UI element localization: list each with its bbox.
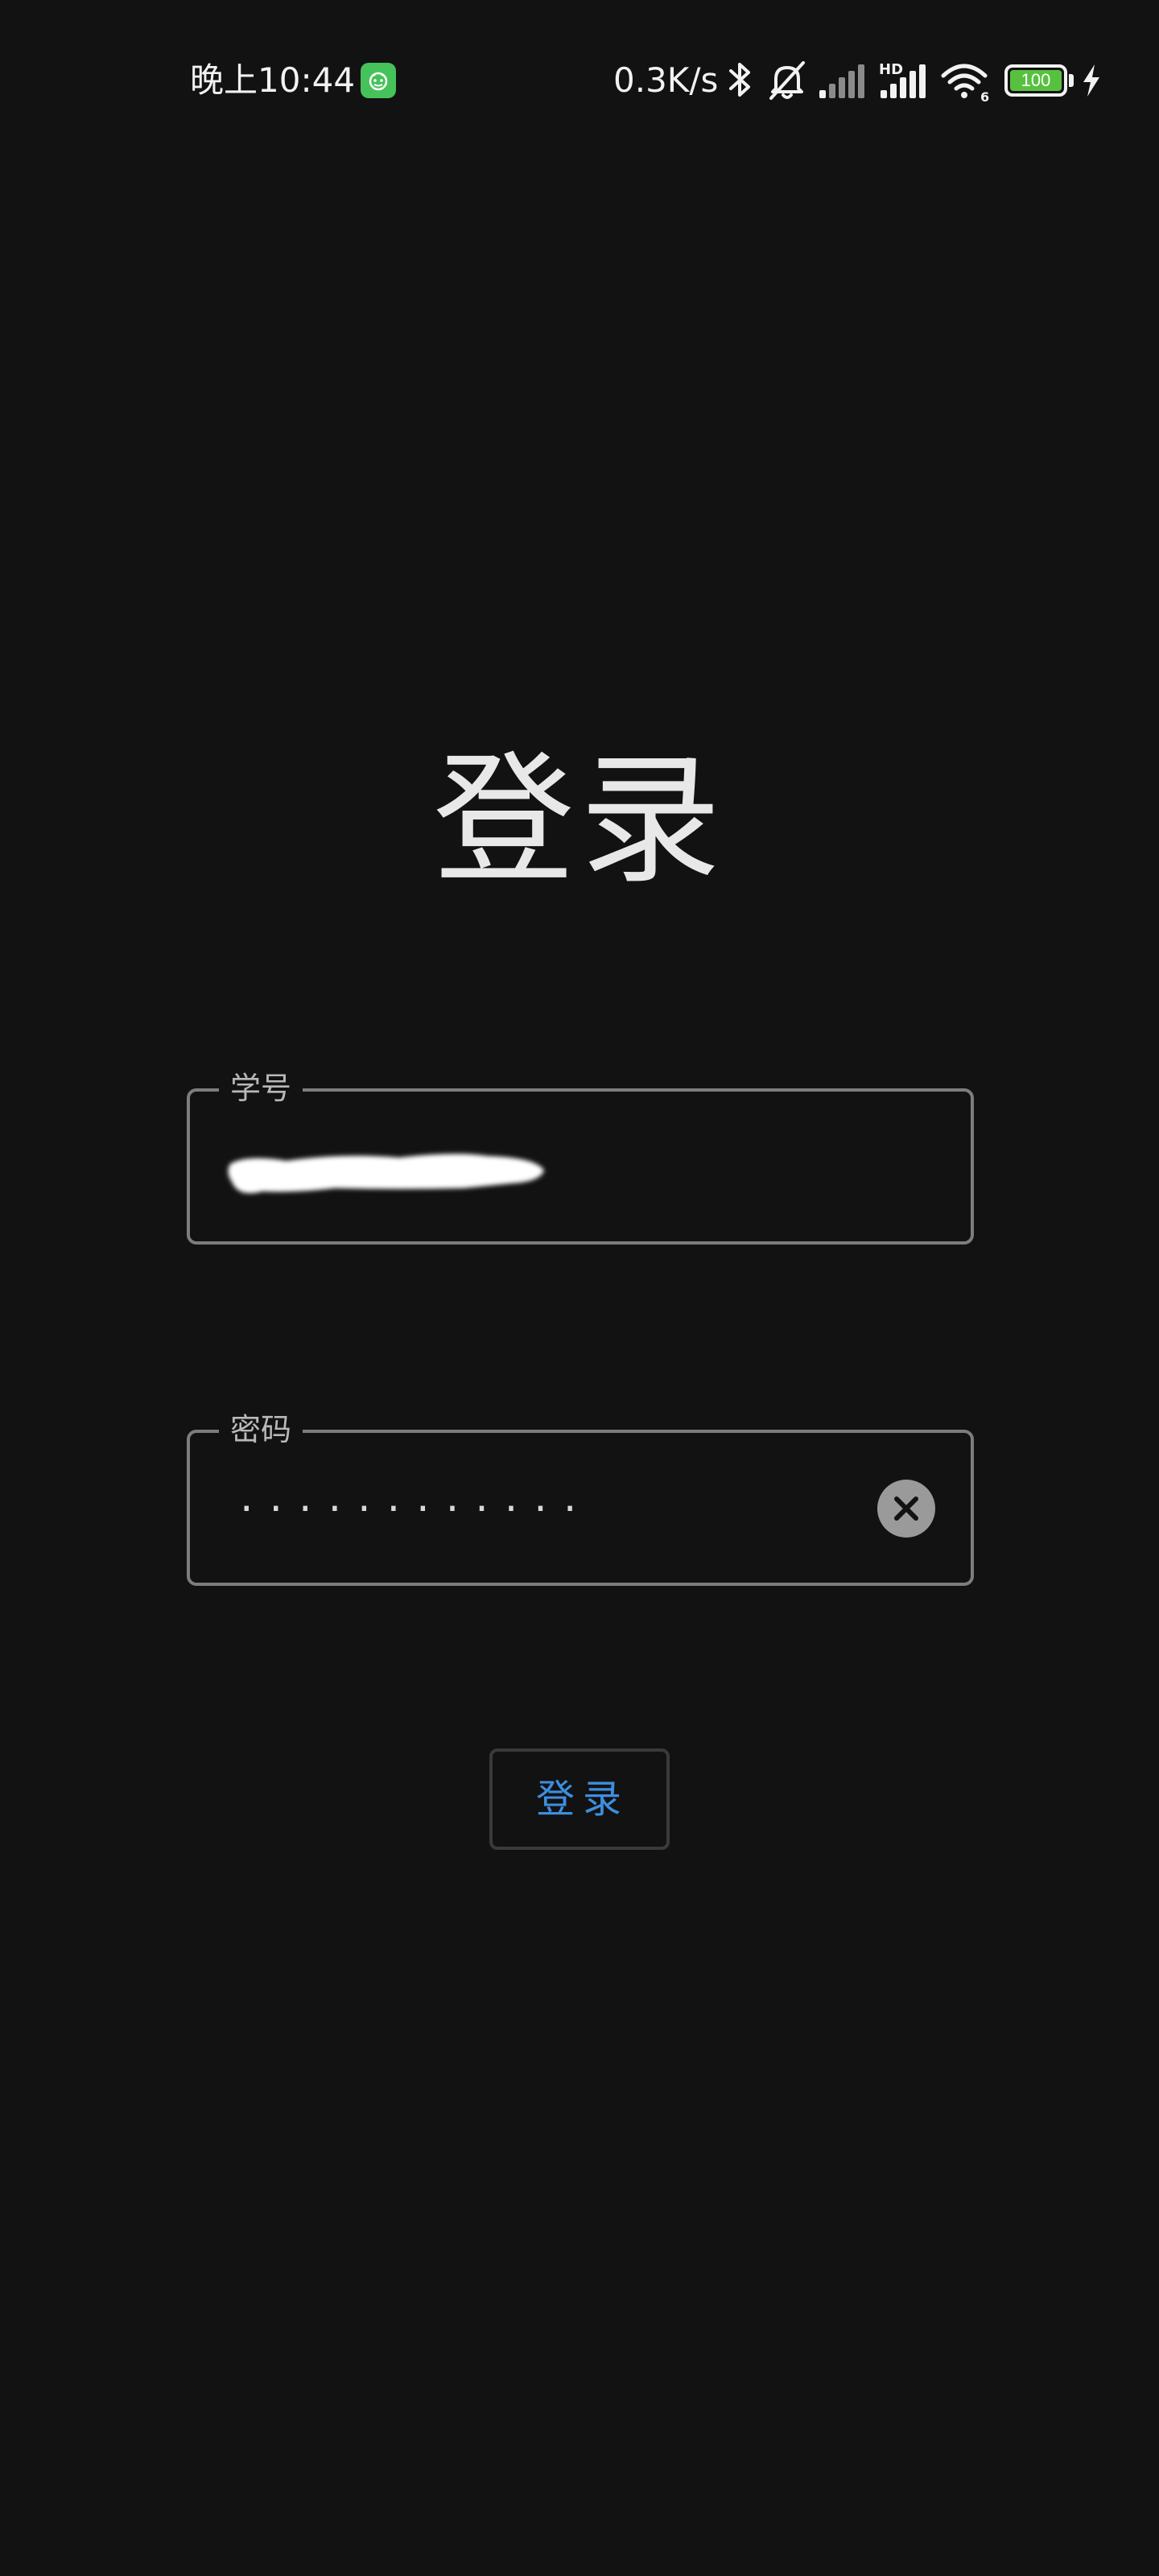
password-input[interactable]: ············	[240, 1481, 592, 1538]
password-field[interactable]: 密码 ············	[187, 1406, 974, 1586]
charging-icon	[1080, 63, 1103, 101]
page-title: 登录	[432, 738, 726, 903]
bell-off-icon	[766, 58, 808, 106]
close-icon	[894, 1496, 918, 1521]
redacted-value	[228, 1154, 544, 1194]
login-button[interactable]: 登录	[489, 1748, 670, 1850]
status-time: 晚上10:44	[190, 60, 356, 100]
clear-password-button[interactable]	[877, 1480, 935, 1538]
student-id-field[interactable]: 学号	[187, 1064, 974, 1245]
status-bar: 晚上10:44 0.3K/s HD 6 100	[0, 0, 1159, 161]
network-speed: 0.3K/s	[613, 60, 719, 100]
bluetooth-icon	[726, 58, 755, 106]
battery-fill: 100	[1010, 70, 1062, 91]
password-label: 密码	[219, 1406, 303, 1454]
battery-icon: 100	[1004, 64, 1067, 97]
svg-text:6: 6	[980, 89, 989, 103]
hd-signal-icon: HD	[877, 58, 932, 106]
student-id-label: 学号	[219, 1064, 303, 1113]
battery-nub	[1069, 74, 1074, 87]
app-notification-icon	[361, 63, 396, 98]
signal-icon	[816, 58, 868, 106]
battery-level: 100	[1021, 70, 1051, 90]
hd-badge-text: HD	[879, 61, 903, 78]
wifi-icon: 6	[940, 58, 993, 106]
